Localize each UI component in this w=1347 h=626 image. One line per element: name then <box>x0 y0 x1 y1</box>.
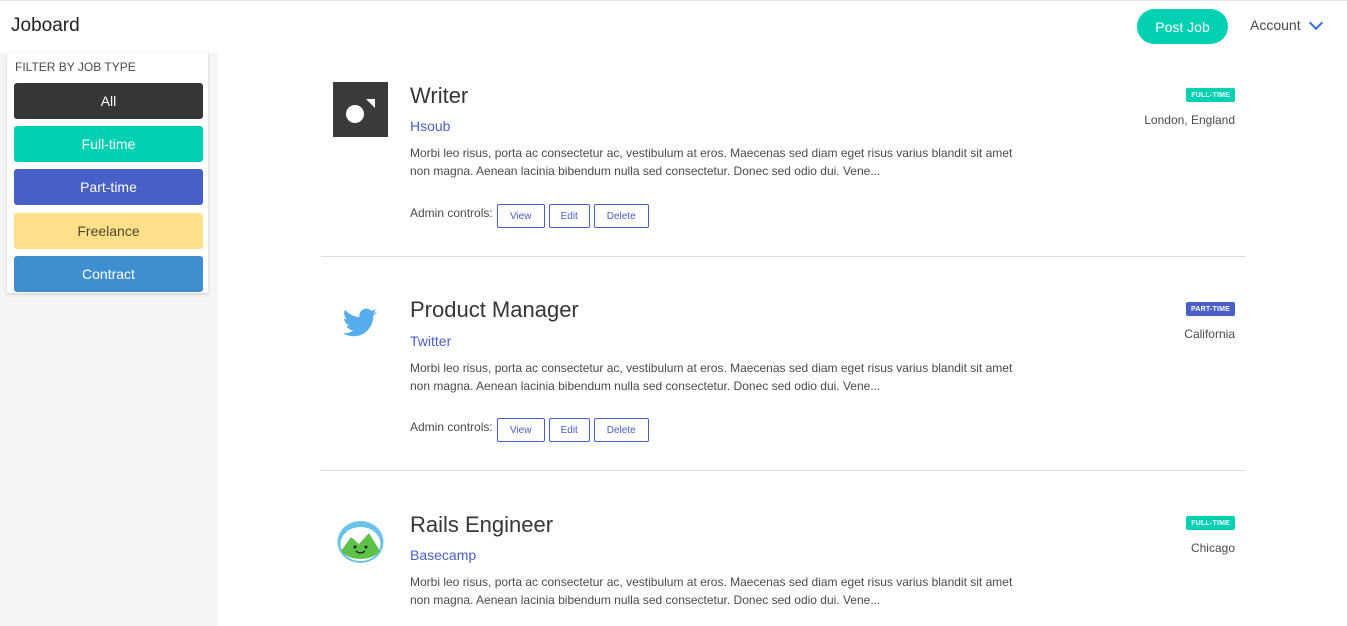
filter-contract-button[interactable]: Contract <box>14 256 203 292</box>
admin-controls-label: Admin controls: <box>410 420 493 434</box>
chevron-down-icon <box>1308 15 1323 30</box>
view-button[interactable]: View <box>496 418 545 442</box>
filter-full-time-button[interactable]: Full-time <box>14 126 203 162</box>
job-location: California <box>1184 327 1235 341</box>
filter-freelance-button[interactable]: Freelance <box>14 213 203 249</box>
admin-controls-label: Admin controls: <box>410 206 493 220</box>
filter-panel: FILTER BY JOB TYPE All Full-time Part-ti… <box>7 53 208 293</box>
job-listing: Rails Engineer Basecamp Morbi leo risus,… <box>321 471 1246 626</box>
company-link[interactable]: Hsoub <box>410 118 450 134</box>
top-navbar: Joboard Post Job Account <box>0 1 1347 53</box>
basecamp-logo-icon <box>333 513 388 568</box>
job-description: Morbi leo risus, porta ac consectetur ac… <box>410 575 1013 607</box>
company-link[interactable]: Twitter <box>410 333 451 349</box>
company-link[interactable]: Basecamp <box>410 547 476 563</box>
view-button[interactable]: View <box>496 204 545 228</box>
filter-all-button[interactable]: All <box>14 83 203 119</box>
brand-logo[interactable]: Joboard <box>11 15 80 37</box>
account-menu[interactable]: Account <box>1250 15 1323 33</box>
job-location: Chicago <box>1190 541 1235 555</box>
job-title[interactable]: Writer <box>410 83 468 109</box>
admin-controls: Admin controls: View Edit Delete <box>410 418 649 442</box>
delete-button[interactable]: Delete <box>593 418 649 442</box>
job-title[interactable]: Rails Engineer <box>410 512 553 538</box>
job-type-tag: FULL-TIME <box>1186 516 1235 530</box>
job-listing: Writer Hsoub Morbi leo risus, porta ac c… <box>321 53 1246 256</box>
job-title[interactable]: Product Manager <box>410 297 579 323</box>
filter-title: FILTER BY JOB TYPE <box>15 60 136 74</box>
edit-button[interactable]: Edit <box>548 418 590 442</box>
job-type-tag: PART-TIME <box>1185 302 1235 316</box>
sidebar: FILTER BY JOB TYPE All Full-time Part-ti… <box>0 53 218 626</box>
filter-part-time-button[interactable]: Part-time <box>14 169 203 205</box>
job-type-tag: FULL-TIME <box>1186 88 1235 102</box>
job-description: Morbi leo risus, porta ac consectetur ac… <box>410 361 1013 393</box>
edit-button[interactable]: Edit <box>548 204 590 228</box>
account-label: Account <box>1250 17 1301 33</box>
job-location: London, England <box>1144 113 1235 127</box>
hsoub-logo-icon <box>333 82 388 137</box>
admin-controls: Admin controls: View Edit Delete <box>410 204 649 228</box>
post-job-button[interactable]: Post Job <box>1137 9 1228 44</box>
delete-button[interactable]: Delete <box>593 204 649 228</box>
twitter-bird-icon <box>333 295 388 350</box>
job-description: Morbi leo risus, porta ac consectetur ac… <box>410 146 1013 178</box>
job-listing: Product Manager Twitter Morbi leo risus,… <box>321 257 1246 470</box>
